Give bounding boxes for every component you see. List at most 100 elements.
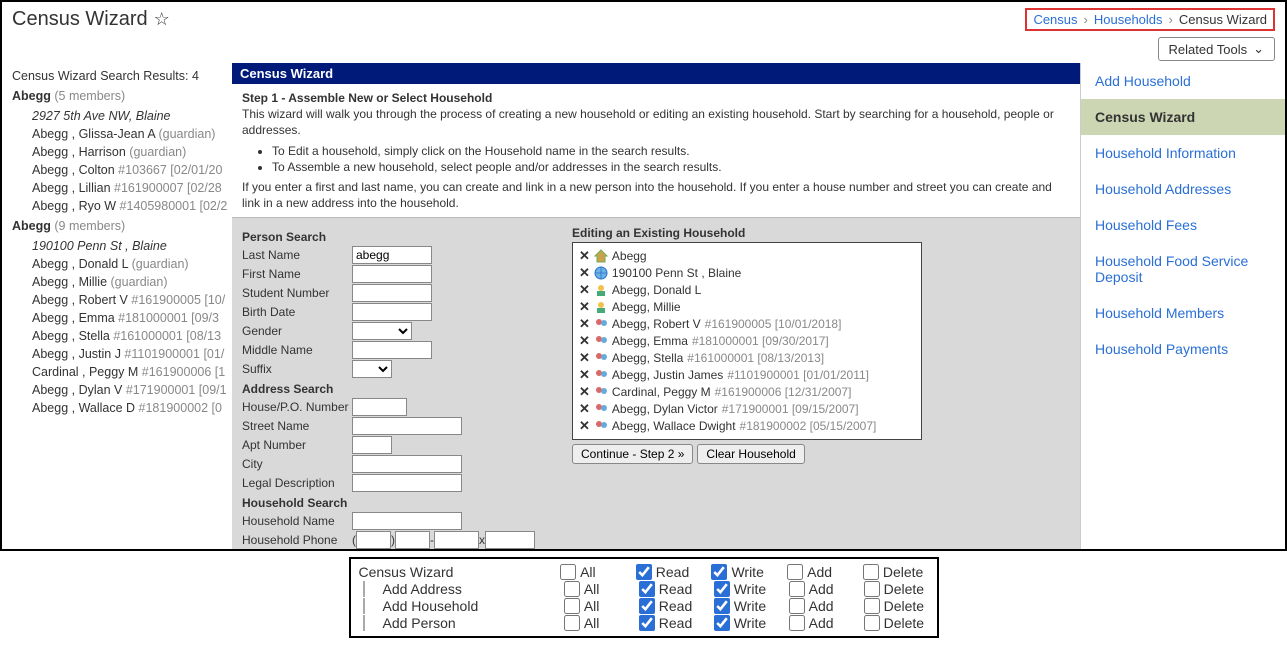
permission-checkbox[interactable] xyxy=(714,598,730,614)
editing-row: ✕ Abegg, Donald L xyxy=(579,282,915,298)
suffix-select[interactable] xyxy=(352,360,392,378)
rnav-item[interactable]: Census Wizard xyxy=(1081,99,1285,135)
permission-checkbox[interactable] xyxy=(714,615,730,631)
editing-row-text[interactable]: Abegg, Millie xyxy=(612,300,681,314)
rnav-item[interactable]: Household Payments xyxy=(1081,331,1285,367)
editing-row-text[interactable]: Cardinal, Peggy M xyxy=(612,385,711,399)
permission-checkbox[interactable] xyxy=(787,564,803,580)
person-meta: #171900001 [09/1 xyxy=(126,383,227,397)
permission-checkbox[interactable] xyxy=(863,564,879,580)
birth-date-input[interactable] xyxy=(352,303,432,321)
rnav-item[interactable]: Household Food Service Deposit xyxy=(1081,243,1285,295)
star-icon[interactable]: ☆ xyxy=(154,9,170,30)
remove-icon[interactable]: ✕ xyxy=(579,282,590,298)
editing-row-text[interactable]: Abegg, Dylan Victor xyxy=(612,402,718,416)
person-row[interactable]: Abegg , Justin J #1101900001 [01/ xyxy=(32,347,228,361)
clear-household-button[interactable]: Clear Household xyxy=(697,444,804,464)
street-name-input[interactable] xyxy=(352,417,462,435)
editing-row-text[interactable]: Abegg, Emma xyxy=(612,334,688,348)
permission-checkbox[interactable] xyxy=(560,564,576,580)
permission-checkbox[interactable] xyxy=(789,598,805,614)
permission-col-label: All xyxy=(584,615,600,631)
household-address[interactable]: 2927 5th Ave NW, Blaine xyxy=(32,109,228,123)
house-icon xyxy=(594,249,608,263)
person-row[interactable]: Abegg , Harrison (guardian) xyxy=(32,145,228,159)
permission-row: Add AddressAllReadWriteAddDelete xyxy=(359,581,929,597)
editing-row-text[interactable]: Abegg xyxy=(612,249,647,263)
permission-checkbox[interactable] xyxy=(714,581,730,597)
first-name-input[interactable] xyxy=(352,265,432,283)
household-address[interactable]: 190100 Penn St , Blaine xyxy=(32,239,228,253)
person-row[interactable]: Abegg , Ryo W #1405980001 [02/2 xyxy=(32,199,228,213)
phone-prefix-input[interactable] xyxy=(395,531,430,549)
permission-checkbox[interactable] xyxy=(564,615,580,631)
permission-checkbox[interactable] xyxy=(639,598,655,614)
continue-step2-button[interactable]: Continue - Step 2 » xyxy=(572,444,693,464)
phone-area-input[interactable] xyxy=(356,531,391,549)
permission-checkbox[interactable] xyxy=(564,581,580,597)
remove-icon[interactable]: ✕ xyxy=(579,299,590,315)
person-row[interactable]: Abegg , Lillian #161900007 [02/28 xyxy=(32,181,228,195)
permission-checkbox[interactable] xyxy=(711,564,727,580)
household-name[interactable]: Abegg (9 members) xyxy=(12,219,228,233)
gender-select[interactable] xyxy=(352,322,412,340)
rnav-item[interactable]: Household Information xyxy=(1081,135,1285,171)
rnav-item[interactable]: Household Members xyxy=(1081,295,1285,331)
house-po-input[interactable] xyxy=(352,398,407,416)
permission-checkbox[interactable] xyxy=(864,581,880,597)
remove-icon[interactable]: ✕ xyxy=(579,265,590,281)
remove-icon[interactable]: ✕ xyxy=(579,333,590,349)
permission-checkbox[interactable] xyxy=(564,598,580,614)
person-row[interactable]: Abegg , Colton #103667 [02/01/20 xyxy=(32,163,228,177)
permission-checkbox[interactable] xyxy=(864,598,880,614)
person-row[interactable]: Abegg , Robert V #161900005 [10/ xyxy=(32,293,228,307)
person-row[interactable]: Abegg , Emma #181000001 [09/3 xyxy=(32,311,228,325)
student-number-input[interactable] xyxy=(352,284,432,302)
editing-row-text[interactable]: Abegg, Donald L xyxy=(612,283,701,297)
permission-checkbox[interactable] xyxy=(789,615,805,631)
breadcrumb-census[interactable]: Census xyxy=(1033,12,1077,27)
person-row[interactable]: Cardinal , Peggy M #161900006 [1 xyxy=(32,365,228,379)
remove-icon[interactable]: ✕ xyxy=(579,248,590,264)
person-row[interactable]: Abegg , Millie (guardian) xyxy=(32,275,228,289)
apt-number-input[interactable] xyxy=(352,436,392,454)
breadcrumb-households[interactable]: Households xyxy=(1094,12,1163,27)
rnav-item[interactable]: Household Addresses xyxy=(1081,171,1285,207)
household-name-input[interactable] xyxy=(352,512,462,530)
legal-desc-input[interactable] xyxy=(352,474,462,492)
permission-checkbox[interactable] xyxy=(864,615,880,631)
person-row[interactable]: Abegg , Glissa-Jean A (guardian) xyxy=(32,127,228,141)
remove-icon[interactable]: ✕ xyxy=(579,316,590,332)
permission-checkbox[interactable] xyxy=(636,564,652,580)
remove-icon[interactable]: ✕ xyxy=(579,418,590,434)
editing-row-text[interactable]: Abegg, Stella xyxy=(612,351,683,365)
permission-checkbox[interactable] xyxy=(639,581,655,597)
household-name[interactable]: Abegg (5 members) xyxy=(12,89,228,103)
editing-row: ✕Abegg, Robert V #161900005 [10/01/2018] xyxy=(579,316,915,332)
permission-checkbox[interactable] xyxy=(639,615,655,631)
last-name-input[interactable] xyxy=(352,246,432,264)
editing-row-text[interactable]: Abegg, Wallace Dwight xyxy=(612,419,736,433)
city-input[interactable] xyxy=(352,455,462,473)
editing-row-text[interactable]: 190100 Penn St , Blaine xyxy=(612,266,741,280)
phone-ext-input[interactable] xyxy=(485,531,535,549)
right-nav: Add HouseholdCensus WizardHousehold Info… xyxy=(1080,63,1285,551)
editing-row-text[interactable]: Abegg, Justin James xyxy=(612,368,723,382)
rnav-item[interactable]: Add Household xyxy=(1081,63,1285,99)
permission-col-label: Write xyxy=(734,581,766,597)
phone-line-input[interactable] xyxy=(434,531,479,549)
person-row[interactable]: Abegg , Donald L (guardian) xyxy=(32,257,228,271)
person-row[interactable]: Abegg , Wallace D #181900002 [0 xyxy=(32,401,228,415)
person-row[interactable]: Abegg , Stella #161000001 [08/13 xyxy=(32,329,228,343)
rnav-item[interactable]: Household Fees xyxy=(1081,207,1285,243)
middle-name-input[interactable] xyxy=(352,341,432,359)
remove-icon[interactable]: ✕ xyxy=(579,350,590,366)
remove-icon[interactable]: ✕ xyxy=(579,384,590,400)
remove-icon[interactable]: ✕ xyxy=(579,367,590,383)
editing-row-text[interactable]: Abegg, Robert V xyxy=(612,317,701,331)
related-tools-button[interactable]: Related Tools ⌄ xyxy=(1158,37,1275,61)
person-row[interactable]: Abegg , Dylan V #171900001 [09/1 xyxy=(32,383,228,397)
permission-checkbox[interactable] xyxy=(789,581,805,597)
editing-row: ✕Abegg, Wallace Dwight #181900002 [05/15… xyxy=(579,418,915,434)
remove-icon[interactable]: ✕ xyxy=(579,401,590,417)
